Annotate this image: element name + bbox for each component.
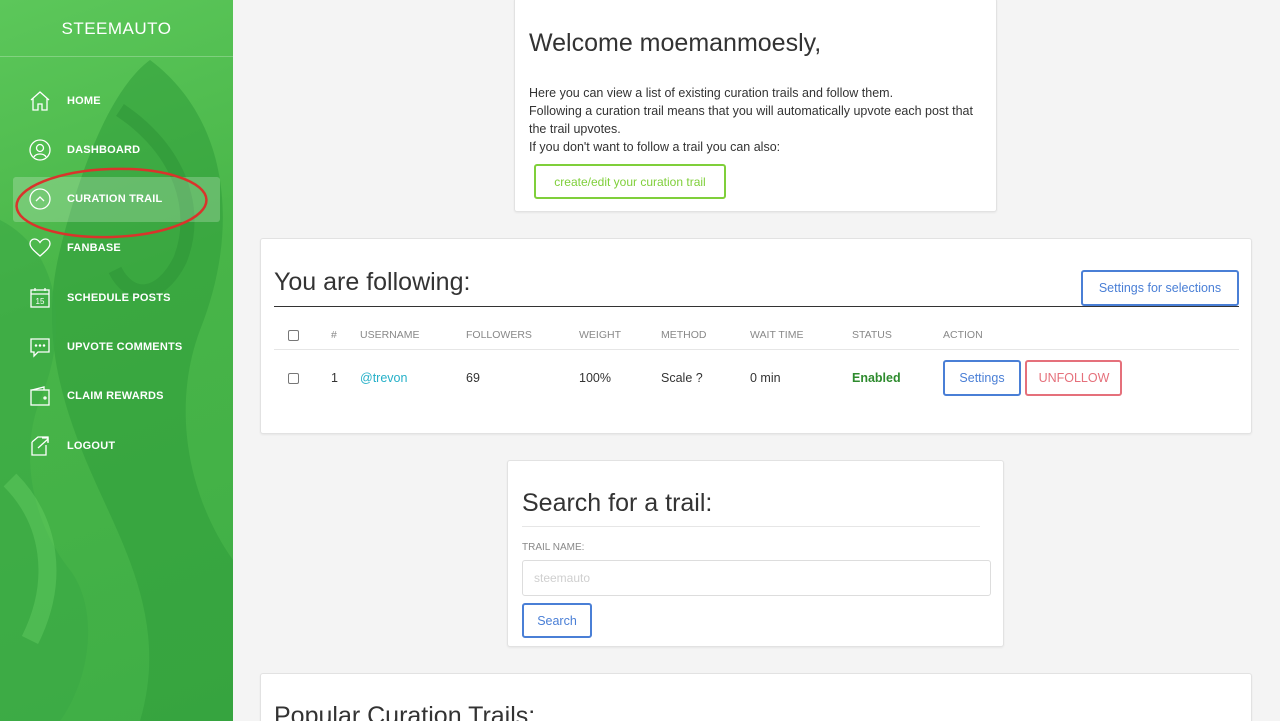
title-divider xyxy=(274,306,1239,307)
row-select-cell xyxy=(274,349,317,407)
column-header-weight: WEIGHT xyxy=(579,322,661,350)
row-method[interactable]: Scale ? xyxy=(661,349,750,407)
sidebar-item-label: CURATION TRAIL xyxy=(67,193,163,206)
sidebar-item-logout[interactable]: LOGOUT xyxy=(13,423,220,468)
sidebar-item-fanbase[interactable]: FANBASE xyxy=(13,226,220,271)
sidebar-item-home[interactable]: HOME xyxy=(13,78,220,123)
sidebar-item-label: CLAIM REWARDS xyxy=(67,390,164,403)
sidebar-item-label: LOGOUT xyxy=(67,439,116,452)
sidebar-item-schedule-posts[interactable]: 15 SCHEDULE POSTS xyxy=(13,275,220,320)
row-weight: 100% xyxy=(579,371,611,386)
row-status-cell: Enabled xyxy=(852,349,943,407)
popular-trails-card: Popular Curation Trails: xyxy=(260,673,1252,721)
sidebar-item-curation-trail[interactable]: CURATION TRAIL xyxy=(13,176,220,222)
search-card: Search for a trail: TRAIL NAME: Search xyxy=(507,460,1004,647)
column-header-number: # xyxy=(317,322,360,350)
column-header-username: USERNAME xyxy=(360,322,466,350)
calendar-icon-text: 15 xyxy=(36,297,45,306)
welcome-text-line-1: Here you can view a list of existing cur… xyxy=(529,86,894,100)
select-all-checkbox[interactable] xyxy=(288,329,299,341)
welcome-text-line-3: If you don't want to follow a trail you … xyxy=(529,140,781,154)
row-followers: 69 xyxy=(466,371,480,386)
select-all-cell xyxy=(274,322,317,350)
welcome-card: Welcome moemanmoesly, Here you can view … xyxy=(514,0,997,212)
column-header-wait-time: WAIT TIME xyxy=(750,322,852,350)
column-header-action: ACTION xyxy=(943,322,1239,350)
calendar-icon: 15 xyxy=(27,285,53,311)
welcome-title: Welcome moemanmoesly, xyxy=(529,29,822,57)
row-wait-time: 0 min xyxy=(750,371,781,386)
trail-name-label: TRAIL NAME: xyxy=(522,542,585,553)
comment-icon xyxy=(27,334,53,360)
sidebar: STEEMAUTO HOME DASHBOARD CURATION TRAIL … xyxy=(0,0,233,721)
sidebar-item-dashboard[interactable]: DASHBOARD xyxy=(13,127,220,172)
sidebar-item-label: FANBASE xyxy=(67,242,121,255)
following-card: You are following: Settings for selectio… xyxy=(260,238,1252,434)
following-table: # USERNAME FOLLOWERS WEIGHT METHOD WAIT … xyxy=(274,322,1239,407)
search-title: Search for a trail: xyxy=(522,489,980,527)
sidebar-item-label: HOME xyxy=(67,94,101,107)
user-icon xyxy=(27,137,53,163)
welcome-text-line-2: Following a curation trail means that yo… xyxy=(529,104,973,136)
row-number: 1 xyxy=(331,371,338,386)
following-title: You are following: xyxy=(274,268,471,296)
brand-logo[interactable]: STEEMAUTO xyxy=(0,0,233,57)
table-header-row: # USERNAME FOLLOWERS WEIGHT METHOD WAIT … xyxy=(274,322,1239,350)
column-header-status: STATUS xyxy=(852,322,943,350)
column-header-followers: FOLLOWERS xyxy=(466,322,579,350)
trail-name-input[interactable] xyxy=(522,560,991,596)
wallet-icon xyxy=(27,383,53,409)
search-button[interactable]: Search xyxy=(522,603,592,638)
sidebar-nav: HOME DASHBOARD CURATION TRAIL FANBASE 15… xyxy=(13,78,220,472)
settings-for-selections-button[interactable]: Settings for selections xyxy=(1081,270,1239,306)
table-row: 1 @trevon 69 100% Scale ? 0 min Enabled … xyxy=(274,349,1239,407)
logout-icon xyxy=(27,433,53,459)
sidebar-item-upvote-comments[interactable]: UPVOTE COMMENTS xyxy=(13,324,220,369)
status-badge: Enabled xyxy=(852,371,901,386)
sidebar-item-label: UPVOTE COMMENTS xyxy=(67,340,183,353)
create-edit-trail-button[interactable]: create/edit your curation trail xyxy=(534,164,726,199)
row-settings-button[interactable]: Settings xyxy=(943,360,1021,397)
sidebar-item-label: DASHBOARD xyxy=(67,143,141,156)
sidebar-item-label: SCHEDULE POSTS xyxy=(67,291,171,304)
home-icon xyxy=(27,88,53,114)
unfollow-button[interactable]: UNFOLLOW xyxy=(1025,360,1123,397)
chevron-up-circle-icon xyxy=(27,186,53,212)
username-link[interactable]: @trevon xyxy=(360,371,407,385)
row-checkbox[interactable] xyxy=(288,373,299,385)
column-header-method: METHOD xyxy=(661,322,750,350)
sidebar-item-claim-rewards[interactable]: CLAIM REWARDS xyxy=(13,374,220,419)
row-action-cell: Settings UNFOLLOW xyxy=(943,349,1239,407)
heart-icon xyxy=(27,235,53,261)
row-username-cell: @trevon xyxy=(360,349,466,407)
popular-title: Popular Curation Trails: xyxy=(274,702,536,721)
